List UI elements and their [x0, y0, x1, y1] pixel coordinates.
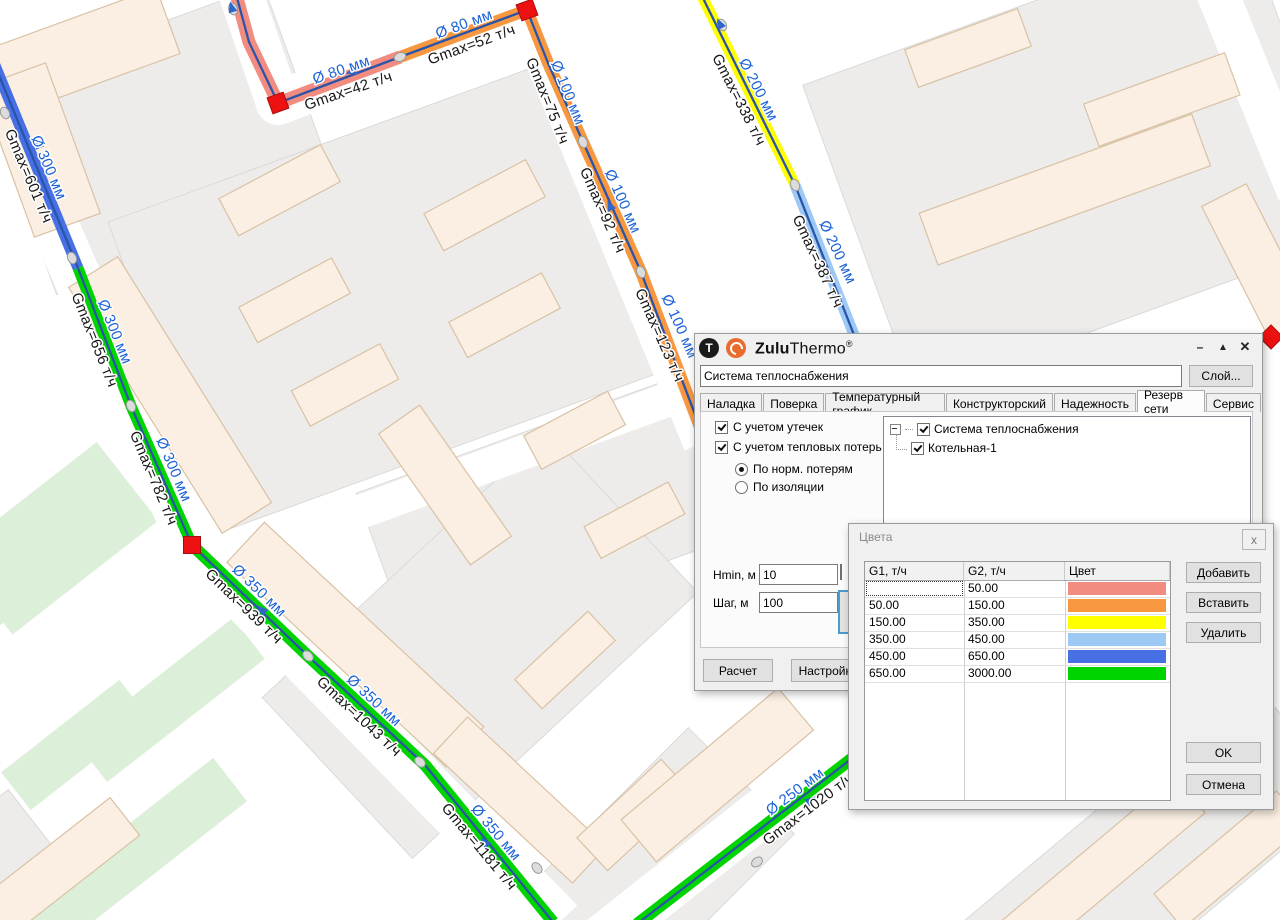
tree-root-label: Система теплоснабжения [934, 422, 1079, 436]
column-header[interactable]: G1, т/ч [865, 562, 964, 580]
heatloss-label: С учетом тепловых потерь [733, 440, 882, 454]
tree-root-checkbox[interactable] [917, 423, 930, 436]
radio-norm-row[interactable]: По норм. потерям [735, 462, 853, 476]
leaks-checkbox[interactable] [715, 421, 728, 434]
colors-table[interactable]: G1, т/чG2, т/чЦвет 50.0050.00150.00150.0… [864, 561, 1171, 801]
system-name-input[interactable] [700, 365, 1182, 387]
layer-button[interactable]: Слой... [1189, 365, 1253, 387]
junction-node[interactable] [184, 537, 201, 554]
tab-strip: НаладкаПоверкаТемпературный графикКонстр… [700, 391, 1262, 412]
g2-cell[interactable]: 350.00 [964, 614, 1065, 631]
color-cell[interactable] [1065, 580, 1170, 597]
leaks-label: С учетом утечек [733, 420, 823, 434]
tree-child-row[interactable]: Котельная-1 [896, 441, 997, 455]
heatloss-checkbox[interactable] [715, 441, 728, 454]
g1-cell[interactable] [865, 580, 964, 597]
column-header[interactable]: G2, т/ч [964, 562, 1065, 580]
color-range-row[interactable]: 450.00650.00 [865, 648, 1170, 666]
g2-cell[interactable]: 3000.00 [964, 665, 1065, 682]
edit-button-3[interactable]: Удалить [1186, 622, 1261, 643]
color-cell[interactable] [1065, 597, 1170, 614]
column-header[interactable]: Цвет [1065, 562, 1170, 580]
g1-cell[interactable]: 350.00 [865, 631, 964, 648]
edit-button-1[interactable]: Добавить [1186, 562, 1261, 583]
g1-cell[interactable]: 150.00 [865, 614, 964, 631]
ok-button[interactable]: OK [1186, 742, 1261, 763]
edit-button-2[interactable]: Вставить [1186, 592, 1261, 613]
minimize-button[interactable]: – [1190, 337, 1210, 357]
step-input[interactable] [759, 592, 838, 613]
color-swatch[interactable] [1068, 582, 1166, 595]
g2-cell[interactable]: 450.00 [964, 631, 1065, 648]
g1-cell[interactable]: 650.00 [865, 665, 964, 682]
color-range-row[interactable]: 650.003000.00 [865, 665, 1170, 683]
cancel-button[interactable]: Отмена [1186, 774, 1261, 795]
checkbox-heatloss-row[interactable]: С учетом тепловых потерь [715, 440, 882, 454]
tab-Поверка[interactable]: Поверка [763, 393, 824, 412]
color-cell[interactable] [1065, 631, 1170, 648]
color-range-row[interactable]: 150.00350.00 [865, 614, 1170, 632]
colors-close-button[interactable]: x [1242, 529, 1266, 550]
zulu-t-logo-icon: T [699, 338, 719, 358]
g1-cell[interactable]: 450.00 [865, 648, 964, 665]
norm-losses-radio[interactable] [735, 463, 748, 476]
close-button[interactable]: ✕ [1235, 337, 1255, 357]
color-cell[interactable] [1065, 665, 1170, 682]
zulu-swirl-logo-icon [726, 338, 746, 358]
color-range-row[interactable]: 50.00 [865, 580, 1170, 598]
g2-cell[interactable]: 650.00 [964, 648, 1065, 665]
tab-Наладка[interactable]: Наладка [700, 393, 762, 412]
tab-Сервис[interactable]: Сервис [1206, 393, 1261, 412]
color-swatch[interactable] [1068, 667, 1166, 680]
g2-cell[interactable]: 50.00 [964, 580, 1065, 597]
color-range-row[interactable]: 350.00450.00 [865, 631, 1170, 649]
g2-cell[interactable]: 150.00 [964, 597, 1065, 614]
tab-Конструкторский[interactable]: Конструкторский [946, 393, 1053, 412]
calc-button[interactable]: Расчет [703, 659, 773, 682]
tab-Температурный график[interactable]: Температурный график [825, 393, 945, 412]
tree-child-label: Котельная-1 [928, 441, 997, 455]
norm-losses-label: По норм. потерям [753, 462, 853, 476]
tree-child-checkbox[interactable] [911, 442, 924, 455]
color-cell[interactable] [1065, 648, 1170, 665]
color-swatch[interactable] [1068, 616, 1166, 629]
maximize-button[interactable]: ▲ [1213, 337, 1233, 357]
color-swatch[interactable] [1068, 650, 1166, 663]
color-range-row[interactable]: 50.00150.00 [865, 597, 1170, 615]
colors-dialog: Цвета x G1, т/чG2, т/чЦвет 50.0050.00150… [848, 523, 1274, 810]
color-cell[interactable] [1065, 614, 1170, 631]
partially-hidden-checkbox[interactable] [840, 564, 842, 580]
app-title: ZuluThermo® [755, 339, 853, 358]
color-swatch[interactable] [1068, 633, 1166, 646]
checkbox-leaks-row[interactable]: С учетом утечек [715, 420, 823, 434]
colors-table-header: G1, т/чG2, т/чЦвет [865, 562, 1170, 581]
hmin-input[interactable] [759, 564, 838, 585]
zulu-gis-screen: Ø 300 ммGmax=601 т/чØ 300 ммGmax=656 т/ч… [0, 0, 1280, 920]
tab-Надежность[interactable]: Надежность [1054, 393, 1136, 412]
insulation-radio[interactable] [735, 481, 748, 494]
step-label: Шаг, м [713, 596, 749, 610]
color-swatch[interactable] [1068, 599, 1166, 612]
tree-collapse-icon[interactable] [890, 424, 901, 435]
title-bar[interactable]: T ZuluThermo® – ▲ ✕ [695, 334, 1262, 362]
colors-dialog-title: Цвета [859, 530, 892, 544]
insulation-label: По изоляции [753, 480, 824, 494]
hmin-label: Hmin, м [713, 568, 756, 582]
radio-insulation-row[interactable]: По изоляции [735, 480, 824, 494]
g1-cell[interactable]: 50.00 [865, 597, 964, 614]
tree-root-row[interactable]: Система теплоснабжения [890, 422, 1079, 436]
tab-Резерв сети[interactable]: Резерв сети [1137, 390, 1205, 412]
